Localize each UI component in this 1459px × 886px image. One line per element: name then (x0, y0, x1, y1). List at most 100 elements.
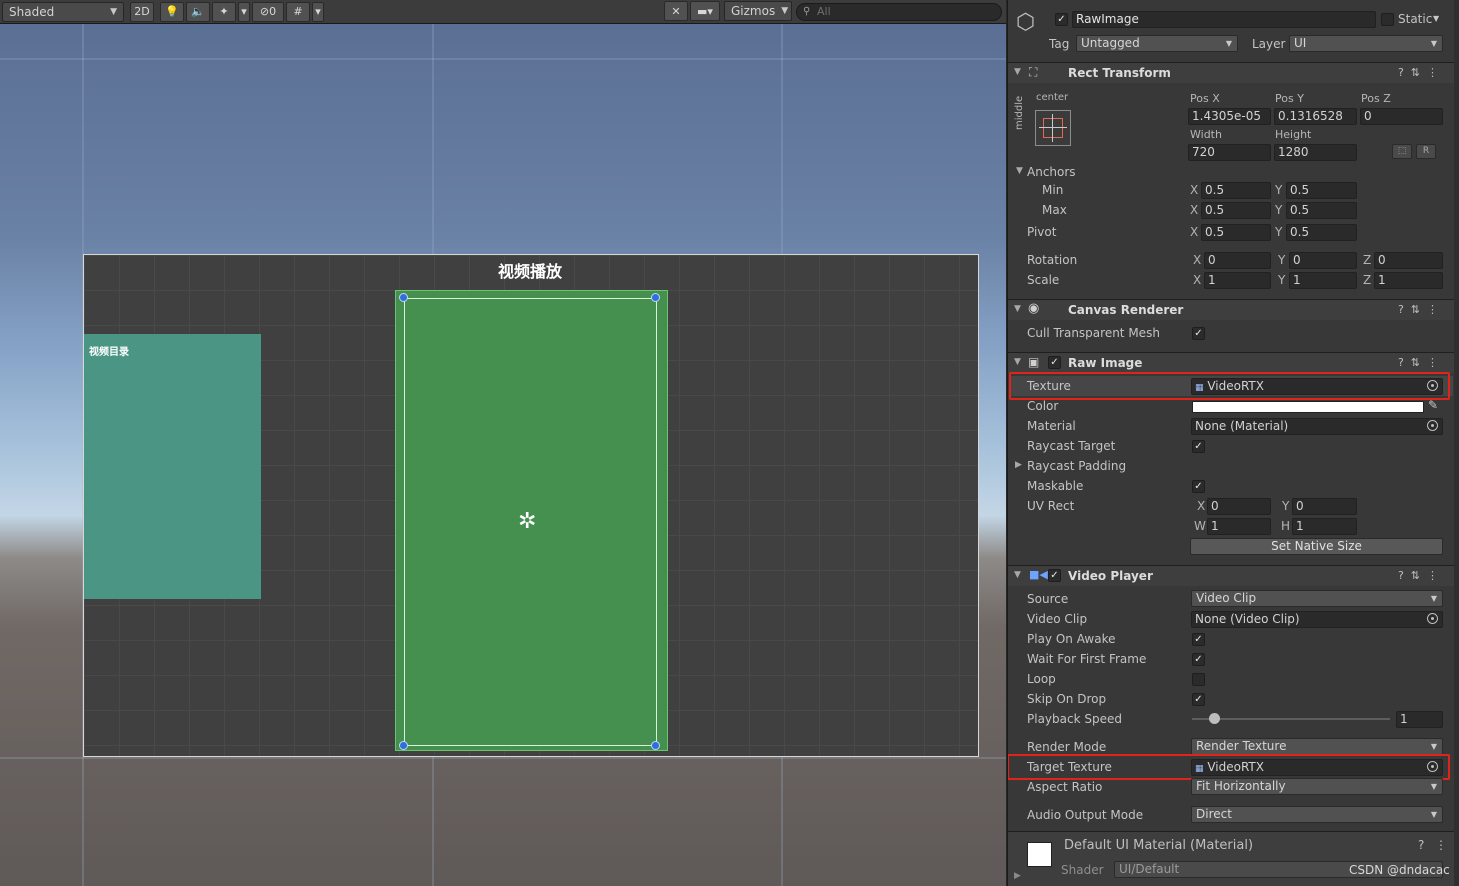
material-object-field[interactable]: None (Material) (1191, 418, 1443, 435)
uv-x-label: X (1197, 499, 1206, 513)
render-mode-dropdown[interactable]: Render Texture ▼ (1191, 738, 1443, 755)
set-native-size-button[interactable]: Set Native Size (1190, 538, 1443, 555)
pos-y-field[interactable]: 0.1316528 (1274, 108, 1357, 125)
video-player-enabled-checkbox[interactable]: ✓ (1048, 569, 1061, 582)
width-field[interactable]: 720 (1188, 144, 1271, 161)
raw-edit-button[interactable]: R (1416, 144, 1436, 159)
toggle-2d-button[interactable]: 2D (130, 1, 154, 22)
video-list-title: 视频目录 (89, 347, 129, 358)
canvas-title-text[interactable]: 视频播放 (460, 258, 600, 282)
pos-z-field[interactable]: 0 (1360, 108, 1443, 125)
static-checkbox[interactable] (1381, 13, 1394, 26)
video-list-panel[interactable]: 视频目录 (84, 334, 261, 599)
component-menu-icons[interactable]: ?⇅⋮ (1398, 569, 1445, 582)
gizmos-dropdown[interactable]: Gizmos ▼ (724, 1, 792, 21)
height-field[interactable]: 1280 (1274, 144, 1357, 161)
uv-y-field[interactable]: 0 (1292, 498, 1357, 515)
uv-w-field[interactable]: 1 (1207, 518, 1271, 535)
effects-icon[interactable]: ✦ (212, 1, 236, 22)
scale-z-field[interactable]: 1 (1374, 272, 1443, 289)
effects-dropdown-icon[interactable]: ▾ (238, 1, 250, 22)
foldout-right-icon[interactable]: ▶ (1015, 460, 1022, 470)
raw-image-enabled-checkbox[interactable]: ✓ (1048, 356, 1061, 369)
grid-dropdown-icon[interactable]: ▾ (312, 1, 324, 22)
rotation-y-field[interactable]: 0 (1289, 252, 1357, 269)
more-menu-icon[interactable]: ⋮ (1435, 838, 1447, 852)
foldout-arrow-icon[interactable]: ▼ (1014, 570, 1021, 580)
rect-transform-header[interactable]: ▼ ⛶ Rect Transform ?⇅⋮ (1008, 62, 1459, 83)
scale-y-field[interactable]: 1 (1289, 272, 1357, 289)
scene-search-input[interactable]: ⚲ All (796, 3, 1002, 21)
inspector-scrollbar[interactable] (1454, 0, 1459, 886)
audio-icon[interactable]: 🔈 (186, 1, 210, 22)
rect-handle-top-left[interactable] (399, 293, 408, 302)
material-footer-title[interactable]: Default UI Material (Material) (1064, 838, 1253, 853)
component-menu-icons[interactable]: ?⇅⋮ (1398, 66, 1445, 79)
raw-image-header[interactable]: ▼ ▣ ✓ Raw Image ?⇅⋮ (1008, 352, 1459, 373)
anchor-max-x-field[interactable]: 0.5 (1201, 202, 1271, 219)
color-swatch[interactable] (1192, 401, 1424, 413)
blueprint-mode-button[interactable]: ⬚ (1392, 144, 1412, 159)
rotation-z-field[interactable]: 0 (1374, 252, 1443, 269)
tools-icon[interactable]: ✕ (664, 1, 688, 21)
foldout-right-icon[interactable]: ▶ (1014, 871, 1021, 881)
audio-output-dropdown[interactable]: Direct ▼ (1191, 806, 1443, 823)
rect-transform-icon: ⛶ (1029, 65, 1038, 79)
hidden-objects-button[interactable]: ⊘ 0 (252, 1, 284, 22)
lighting-icon[interactable]: 💡 (160, 1, 184, 22)
pivot-y-field[interactable]: 0.5 (1286, 224, 1357, 241)
foldout-arrow-icon[interactable]: ▼ (1014, 67, 1021, 77)
anchor-min-x-field[interactable]: 0.5 (1201, 182, 1271, 199)
eyedropper-icon[interactable]: ✎ (1428, 398, 1438, 412)
play-on-awake-checkbox[interactable]: ✓ (1192, 633, 1205, 646)
component-menu-icons[interactable]: ?⇅⋮ (1398, 356, 1445, 369)
cull-transparent-checkbox[interactable]: ✓ (1192, 327, 1205, 340)
source-dropdown[interactable]: Video Clip ▼ (1191, 590, 1443, 607)
loop-checkbox[interactable] (1192, 673, 1205, 686)
wait-first-frame-checkbox[interactable]: ✓ (1192, 653, 1205, 666)
shading-mode-dropdown[interactable]: Shaded ▼ (2, 1, 124, 22)
component-menu-icons[interactable]: ?⇅⋮ (1398, 303, 1445, 316)
color-label: Color (1027, 399, 1059, 413)
video-player-header[interactable]: ▼ ■◀ ✓ Video Player ?⇅⋮ (1008, 565, 1459, 586)
camera-icon[interactable]: ▬▾ (690, 1, 720, 21)
object-name-field[interactable]: RawImage (1072, 11, 1376, 28)
width-label: Width (1190, 128, 1222, 141)
anchor-max-y-field[interactable]: 0.5 (1286, 202, 1357, 219)
uv-x-field[interactable]: 0 (1207, 498, 1271, 515)
playback-speed-field[interactable]: 1 (1396, 711, 1443, 728)
pos-x-field[interactable]: 1.4305e-05 (1188, 108, 1271, 125)
tag-dropdown[interactable]: Untagged ▼ (1076, 35, 1238, 52)
canvas-renderer-header[interactable]: ▼ ◉ Canvas Renderer ?⇅⋮ (1008, 299, 1459, 320)
grid-icon[interactable]: # (286, 1, 310, 22)
foldout-arrow-icon[interactable]: ▼ (1016, 166, 1023, 176)
anchor-preset-button[interactable] (1035, 110, 1071, 146)
uv-h-field[interactable]: 1 (1292, 518, 1357, 535)
rect-handle-top-right[interactable] (651, 293, 660, 302)
rotation-x-field[interactable]: 0 (1204, 252, 1271, 269)
help-icon[interactable]: ? (1418, 838, 1424, 852)
chevron-down-icon: ▼ (110, 6, 117, 17)
rect-handle-bottom-right[interactable] (651, 741, 660, 750)
maskable-checkbox[interactable]: ✓ (1192, 480, 1205, 493)
aspect-ratio-dropdown[interactable]: Fit Horizontally ▼ (1191, 778, 1443, 795)
scale-x-field[interactable]: 1 (1204, 272, 1271, 289)
layer-dropdown[interactable]: UI ▼ (1289, 35, 1443, 52)
chevron-down-icon[interactable]: ▼ (1433, 14, 1439, 23)
scene-view[interactable]: Shaded ▼ 2D 💡 🔈 ✦ ▾ ⊘ 0 # ▾ ✕ ▬▾ Gizmos … (0, 0, 1006, 886)
playback-speed-slider-track[interactable] (1192, 718, 1390, 720)
skip-on-drop-checkbox[interactable]: ✓ (1192, 693, 1205, 706)
anchor-max-label: Max (1042, 203, 1067, 217)
raycast-target-checkbox[interactable]: ✓ (1192, 440, 1205, 453)
active-checkbox[interactable]: ✓ (1055, 13, 1068, 26)
foldout-arrow-icon[interactable]: ▼ (1014, 357, 1021, 367)
video-clip-object-field[interactable]: None (Video Clip) (1191, 611, 1443, 628)
playback-speed-slider-thumb[interactable] (1209, 713, 1220, 724)
object-picker-icon[interactable] (1427, 613, 1438, 624)
pivot-icon[interactable]: ✲ (518, 509, 536, 534)
pivot-x-field[interactable]: 0.5 (1201, 224, 1271, 241)
anchor-min-y-field[interactable]: 0.5 (1286, 182, 1357, 199)
object-picker-icon[interactable] (1427, 420, 1438, 431)
foldout-arrow-icon[interactable]: ▼ (1014, 304, 1021, 314)
rect-handle-bottom-left[interactable] (399, 741, 408, 750)
